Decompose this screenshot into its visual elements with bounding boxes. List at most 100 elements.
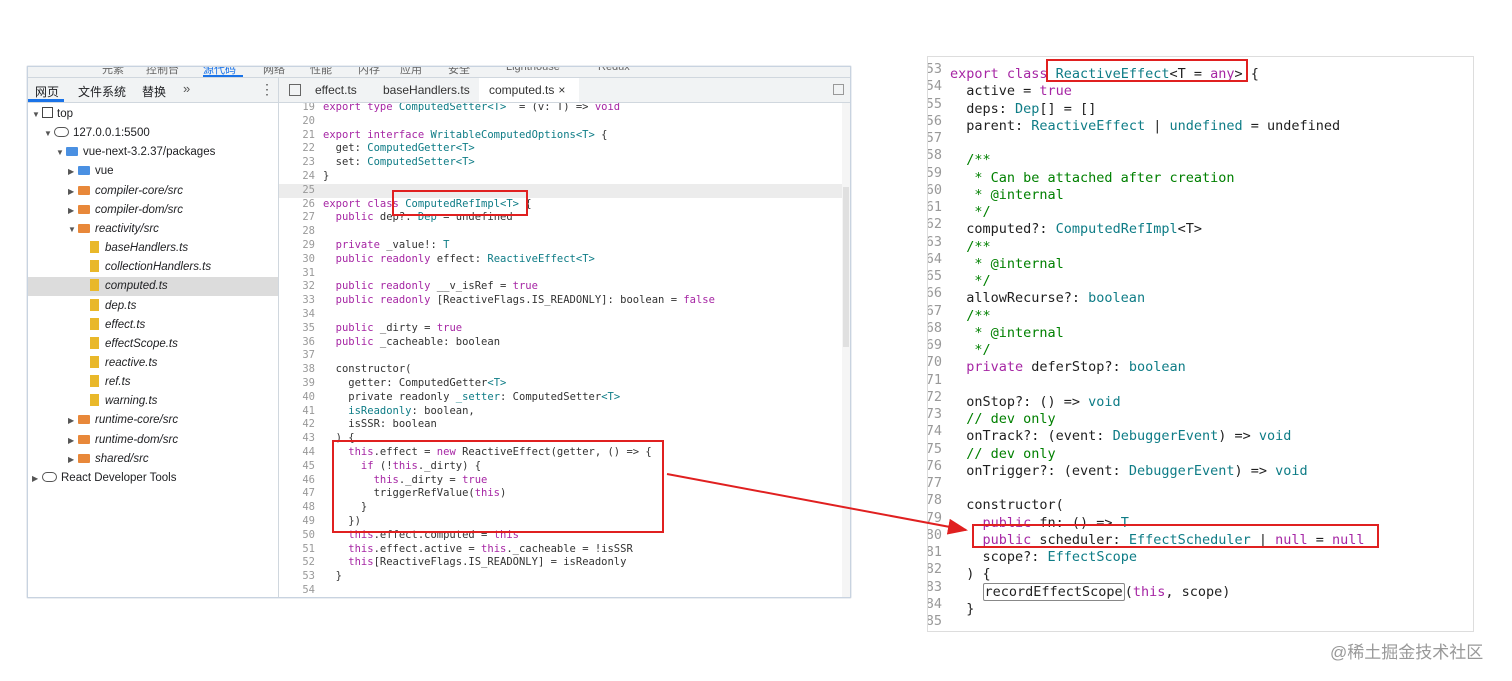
- line-number[interactable]: 23: [279, 156, 315, 170]
- code-line[interactable]: 32 public readonly __v_isRef = true: [279, 280, 842, 294]
- collapsed-triangle-icon[interactable]: ▶: [32, 469, 42, 488]
- code-line[interactable]: 20: [279, 115, 842, 129]
- line-number[interactable]: 27: [279, 211, 315, 225]
- code-line[interactable]: 24}: [279, 170, 842, 184]
- expanded-triangle-icon[interactable]: ▼: [32, 105, 42, 124]
- editor-tab-computed[interactable]: computed.ts ×: [479, 78, 579, 102]
- line-number[interactable]: 46: [279, 474, 315, 488]
- close-icon[interactable]: ×: [558, 83, 565, 97]
- code-line[interactable]: 37: [279, 349, 842, 363]
- expanded-triangle-icon[interactable]: ▼: [44, 124, 54, 143]
- collapsed-triangle-icon[interactable]: ▶: [68, 201, 78, 220]
- code-line[interactable]: 23 set: ComputedSetter<T>: [279, 156, 842, 170]
- tree-item[interactable]: dep.ts: [28, 297, 278, 316]
- code-line[interactable]: 21 export interface WritableComputedOptio…: [279, 129, 842, 143]
- collapsed-triangle-icon[interactable]: ▶: [68, 162, 78, 181]
- line-number[interactable]: 31: [279, 267, 315, 281]
- code-line[interactable]: 33 public readonly [ReactiveFlags.IS_REA…: [279, 294, 842, 308]
- tree-item[interactable]: computed.ts: [28, 277, 278, 297]
- tree-item[interactable]: ▼ top: [28, 105, 278, 124]
- line-number[interactable]: 33: [279, 294, 315, 308]
- line-number[interactable]: 34: [279, 308, 315, 322]
- code-line[interactable]: 34: [279, 308, 842, 322]
- code-line[interactable]: 29 private _value!: T: [279, 239, 842, 253]
- line-number[interactable]: 36: [279, 336, 315, 350]
- expanded-triangle-icon[interactable]: ▼: [56, 143, 66, 162]
- collapsed-triangle-icon[interactable]: ▶: [68, 431, 78, 450]
- top-tab-7[interactable]: 安全: [448, 67, 470, 77]
- editor-tab-effect[interactable]: effect.ts: [315, 83, 357, 97]
- line-number[interactable]: 53: [279, 570, 315, 584]
- tree-item[interactable]: ▼ vue-next-3.2.37/packages: [28, 143, 278, 162]
- top-tab-1[interactable]: 控制台: [146, 67, 179, 77]
- tree-item[interactable]: ▼ 127.0.0.1:5500: [28, 124, 278, 143]
- editor-tab-basehandlers[interactable]: baseHandlers.ts: [383, 83, 470, 97]
- code-line[interactable]: 39 getter: ComputedGetter<T>: [279, 377, 842, 391]
- line-number[interactable]: 38: [279, 363, 315, 377]
- top-tab-9[interactable]: Redux: [598, 67, 630, 73]
- code-line[interactable]: 54: [279, 584, 842, 597]
- line-number[interactable]: 44: [279, 446, 315, 460]
- line-number[interactable]: 49: [279, 515, 315, 529]
- more-tabs-icon[interactable]: »: [183, 81, 190, 96]
- line-number[interactable]: 19: [279, 103, 315, 115]
- top-tab-6[interactable]: 应用: [400, 67, 422, 77]
- code-line[interactable]: 28: [279, 225, 842, 239]
- toggle-debugger-icon[interactable]: [833, 84, 844, 95]
- tree-item[interactable]: ▶ vue: [28, 162, 278, 181]
- code-line[interactable]: 53 }: [279, 570, 842, 584]
- scroll-thumb[interactable]: [843, 187, 849, 347]
- tree-item[interactable]: reactive.ts: [28, 354, 278, 373]
- line-number[interactable]: 45: [279, 460, 315, 474]
- line-number[interactable]: 26: [279, 198, 315, 212]
- line-number[interactable]: 41: [279, 405, 315, 419]
- line-number[interactable]: 30: [279, 253, 315, 267]
- code-line[interactable]: 40 private readonly _setter: ComputedSet…: [279, 391, 842, 405]
- code-line[interactable]: 41 isReadonly: boolean,: [279, 405, 842, 419]
- line-number[interactable]: 39: [279, 377, 315, 391]
- code-line[interactable]: 25: [279, 183, 842, 198]
- tab-overrides[interactable]: 替换: [142, 83, 166, 100]
- line-number[interactable]: 42: [279, 418, 315, 432]
- code-line[interactable]: 31: [279, 267, 842, 281]
- collapsed-triangle-icon[interactable]: ▶: [68, 450, 78, 469]
- line-number[interactable]: 21: [279, 129, 315, 143]
- code-line[interactable]: 19 export type ComputedSetter<T> = (v: T)…: [279, 103, 842, 115]
- code-line[interactable]: 26 export class ComputedRefImpl<T> {: [279, 198, 842, 212]
- code-line[interactable]: 22 get: ComputedGetter<T>: [279, 142, 842, 156]
- line-number[interactable]: 43: [279, 432, 315, 446]
- tree-item[interactable]: ▶ runtime-core/src: [28, 411, 278, 430]
- collapsed-triangle-icon[interactable]: ▶: [68, 411, 78, 430]
- scrollbar[interactable]: [842, 103, 850, 597]
- tree-item[interactable]: ref.ts: [28, 373, 278, 392]
- line-number[interactable]: 24: [279, 170, 315, 184]
- line-number[interactable]: 51: [279, 543, 315, 557]
- tab-page[interactable]: 网页: [35, 83, 59, 100]
- line-number[interactable]: 32: [279, 280, 315, 294]
- code-line[interactable]: 27 public dep?: Dep = undefined: [279, 211, 842, 225]
- top-tab-0[interactable]: 元素: [102, 67, 124, 77]
- tab-filesystem[interactable]: 文件系统: [78, 83, 126, 100]
- top-tab-5[interactable]: 内存: [358, 67, 380, 77]
- tree-item[interactable]: effectScope.ts: [28, 335, 278, 354]
- line-number[interactable]: 20: [279, 115, 315, 129]
- tree-item[interactable]: ▶ compiler-dom/src: [28, 201, 278, 220]
- code-line[interactable]: 35 public _dirty = true: [279, 322, 842, 336]
- tree-item[interactable]: ▶ shared/src: [28, 450, 278, 469]
- code-line[interactable]: 36 public _cacheable: boolean: [279, 336, 842, 350]
- tree-item[interactable]: ▶ runtime-dom/src: [28, 431, 278, 450]
- line-number[interactable]: 50: [279, 529, 315, 543]
- line-number[interactable]: 37: [279, 349, 315, 363]
- line-number[interactable]: 25: [279, 184, 315, 198]
- code-line[interactable]: 30 public readonly effect: ReactiveEffec…: [279, 253, 842, 267]
- tree-item[interactable]: ▶ React Developer Tools: [28, 469, 278, 488]
- line-number[interactable]: 35: [279, 322, 315, 336]
- line-number[interactable]: 48: [279, 501, 315, 515]
- tree-item[interactable]: baseHandlers.ts: [28, 239, 278, 258]
- kebab-menu-icon[interactable]: ⋮: [260, 81, 274, 98]
- line-number[interactable]: 52: [279, 556, 315, 570]
- code-line[interactable]: 51 this.effect.active = this._cacheable …: [279, 543, 842, 557]
- line-number[interactable]: 22: [279, 142, 315, 156]
- tree-item[interactable]: ▶ compiler-core/src: [28, 182, 278, 201]
- code-line[interactable]: 38 constructor(: [279, 363, 842, 377]
